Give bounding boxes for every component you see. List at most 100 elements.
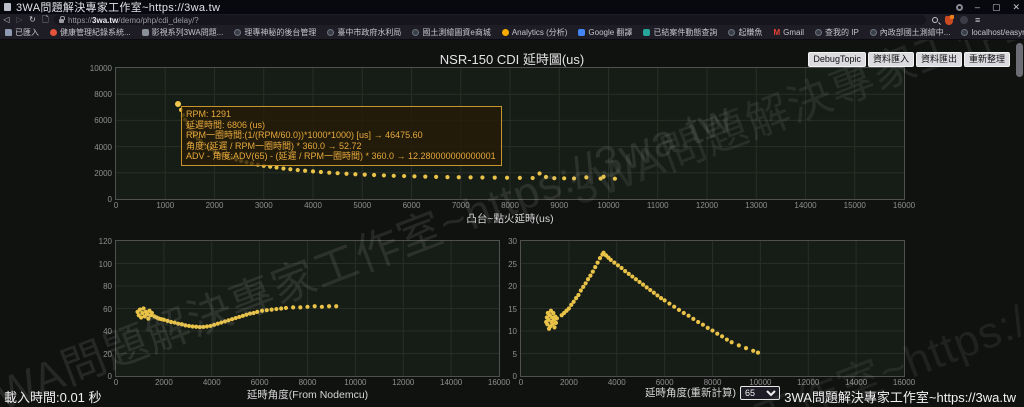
adv-angle-select[interactable]: 65 — [740, 386, 780, 400]
data-point — [372, 173, 376, 177]
bookmark-label: 起賺魚 — [738, 27, 762, 38]
data-point — [544, 175, 548, 179]
data-point — [744, 346, 748, 350]
tooltip-adv-angle: ADV - 角度:ADV(65) - (延遲 / RPM一圈時間) * 360.… — [186, 151, 496, 162]
bookmark-item[interactable]: 已匯入 — [5, 27, 39, 38]
data-point — [237, 315, 241, 319]
browser-window: 3WA問題解決專家工作室~https://3wa.tw – ▢ ✕ ◁ ▷ ↻ … — [0, 0, 1024, 407]
bookmark-favicon-icon — [728, 29, 735, 36]
bookmark-item[interactable]: 理專神秘的後台管理 — [234, 27, 316, 38]
data-point — [162, 318, 166, 322]
data-point — [663, 298, 667, 302]
x-tick-label: 8000 — [488, 201, 532, 210]
bookmarks-bar: 已匯入健康管理紀錄系統... 影視系列3WA問題... 理專神秘的後台管理臺中市政府… — [0, 26, 1024, 40]
footer-site-label: 3WA問題解決專家工作室~https://3wa.tw — [784, 387, 1016, 406]
bookmark-label: 查我的 IP — [825, 27, 859, 38]
data-point — [659, 296, 663, 300]
x-tick-label: 12000 — [685, 201, 729, 210]
bookmark-label: 已匯入 — [15, 27, 39, 38]
data-point — [327, 304, 331, 308]
data-point — [601, 175, 605, 179]
y-tick-label: 0 — [487, 372, 517, 381]
debug-topic-button[interactable]: DebugTopic — [808, 52, 866, 67]
data-export-button[interactable]: 資料匯出 — [916, 52, 962, 67]
x-tick-label: 10000 — [587, 201, 631, 210]
url-text: https://3wa.tw/demo/php/cdi_delay/? — [68, 16, 199, 25]
y-tick-label: 10000 — [82, 64, 112, 73]
data-point — [269, 308, 273, 312]
bookmark-favicon-icon — [50, 29, 57, 36]
data-point — [598, 256, 602, 260]
bookmark-item[interactable]: 國土測繪圖資e商城 — [412, 27, 490, 38]
maximize-icon[interactable]: ▢ — [992, 0, 1001, 14]
data-point — [737, 343, 741, 347]
refresh-button[interactable]: 重新整理 — [964, 52, 1010, 67]
data-point — [576, 293, 580, 297]
x-tick-label: 7000 — [439, 201, 483, 210]
data-point — [169, 320, 173, 324]
data-point — [584, 175, 588, 179]
back-icon[interactable]: ◁ — [0, 14, 13, 26]
x-tick-label: 10000 — [333, 378, 377, 387]
minimize-icon[interactable]: – — [975, 0, 980, 14]
y-tick-label: 60 — [82, 305, 112, 314]
data-point — [183, 323, 187, 327]
bookmark-item[interactable]: 查我的 IP — [815, 27, 859, 38]
left-chart-x-axis-label: 延時角度(From Nodemcu) — [115, 387, 500, 402]
delay-angle-recalc-chart[interactable]: 0200040006000800010000120001400016000051… — [520, 240, 905, 377]
data-point — [584, 281, 588, 285]
data-point — [756, 351, 760, 355]
close-icon[interactable]: ✕ — [1012, 0, 1020, 14]
extension-icon[interactable] — [960, 16, 968, 24]
data-point — [696, 320, 700, 324]
data-import-button[interactable]: 資料匯入 — [868, 52, 914, 67]
bookmark-item[interactable]: 影視系列3WA問題... — [142, 27, 224, 38]
bookmark-item[interactable]: 已結案件動態查詢 — [643, 27, 717, 38]
delay-angle-nodemcu-chart[interactable]: 0200040006000800010000120001400016000020… — [115, 240, 500, 377]
navigation-bar: ◁ ▷ ↻ 🗋 https://3wa.tw/demo/php/cdi_dela… — [0, 14, 1024, 26]
bookmark-item[interactable]: localhost/easyma... — [961, 28, 1024, 37]
data-point — [274, 307, 278, 311]
bookmark-item[interactable]: 健康管理紀錄系統... — [50, 27, 131, 38]
x-tick-label: 16000 — [882, 201, 926, 210]
scrollbar-thumb[interactable] — [1016, 43, 1023, 77]
adblock-shield-icon[interactable] — [945, 16, 953, 25]
y-tick-label: 20 — [487, 282, 517, 291]
bookmark-item[interactable]: 臺中市政府水利局 — [327, 27, 401, 38]
data-point — [648, 288, 652, 292]
data-point — [588, 274, 592, 278]
data-point — [641, 283, 645, 287]
forward-icon[interactable]: ▷ — [13, 14, 26, 26]
window-favicon-icon — [4, 3, 11, 11]
data-point — [613, 177, 617, 181]
menu-icon[interactable]: ≡ — [975, 14, 980, 26]
bookmark-item[interactable]: Analytics (分析) — [502, 27, 568, 38]
x-tick-label: 4000 — [190, 378, 234, 387]
bookmark-item[interactable]: 內政部國土測繪中... — [870, 27, 951, 38]
tooltip-delay: 延遲時間: 6806 (us) — [186, 120, 496, 131]
data-point — [219, 320, 223, 324]
y-tick-label: 80 — [82, 282, 112, 291]
y-tick-label: 5 — [487, 350, 517, 359]
zoom-icon[interactable] — [932, 17, 938, 23]
bookmark-favicon-icon — [234, 29, 241, 36]
bookmark-item[interactable]: MGmail — [773, 28, 804, 37]
data-point — [720, 334, 724, 338]
data-point — [637, 280, 641, 284]
bookmark-item[interactable]: 起賺魚 — [728, 27, 762, 38]
reload-icon[interactable]: ↻ — [26, 14, 39, 26]
page-action-icon[interactable]: 🗋 — [39, 14, 52, 26]
bookmark-item[interactable]: Google 翻譯 — [578, 27, 632, 38]
bookmarks-list: 已匯入健康管理紀錄系統... 影視系列3WA問題... 理專神秘的後台管理臺中市政府… — [5, 27, 1024, 38]
data-point — [252, 311, 256, 315]
y-tick-label: 100 — [82, 260, 112, 269]
tooltip-angle: 角度:(延遲 / RPM一圈時間) * 360.0 → 52.72 — [186, 141, 496, 152]
url-bar[interactable]: https://3wa.tw/demo/php/cdi_delay/? — [54, 15, 926, 25]
data-point — [710, 328, 714, 332]
profile-icon[interactable] — [956, 4, 963, 11]
data-point — [191, 324, 195, 328]
data-point — [579, 288, 583, 292]
x-tick-label: 9000 — [537, 201, 581, 210]
data-point — [402, 174, 406, 178]
data-point — [180, 322, 184, 326]
